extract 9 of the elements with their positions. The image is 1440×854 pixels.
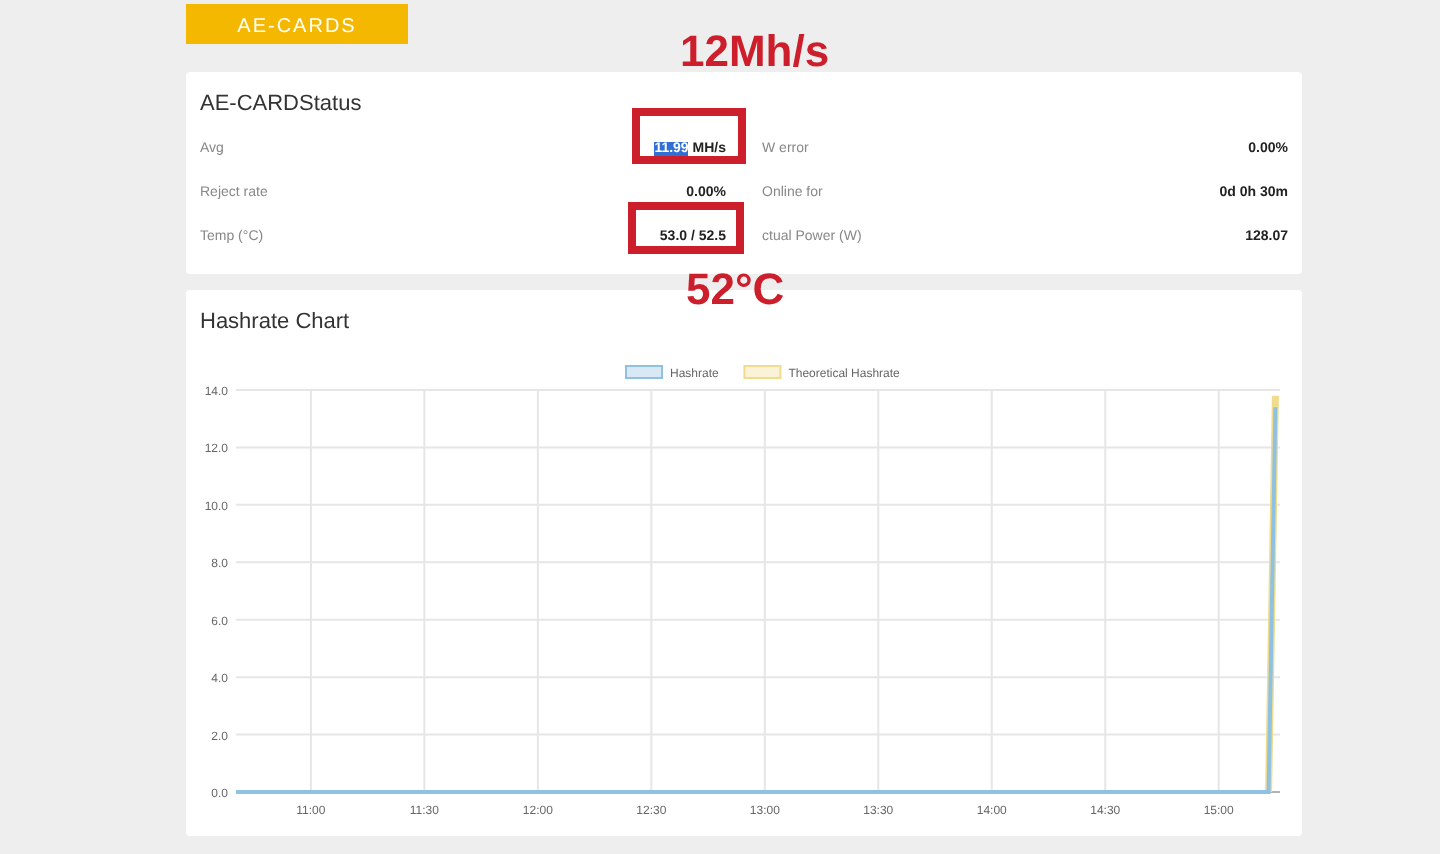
card-title: Hashrate Chart	[198, 307, 352, 337]
annotation-text: 12Mh/s	[680, 30, 830, 74]
annotation-text: 52°C	[686, 268, 785, 312]
legend-swatch	[625, 365, 663, 379]
card-title: AE-CARDStatus	[200, 90, 364, 120]
highlight-box	[632, 108, 746, 164]
header-tab[interactable]: AE-CARDS	[186, 4, 408, 44]
highlight-box	[628, 202, 744, 254]
legend-swatch	[743, 365, 782, 379]
